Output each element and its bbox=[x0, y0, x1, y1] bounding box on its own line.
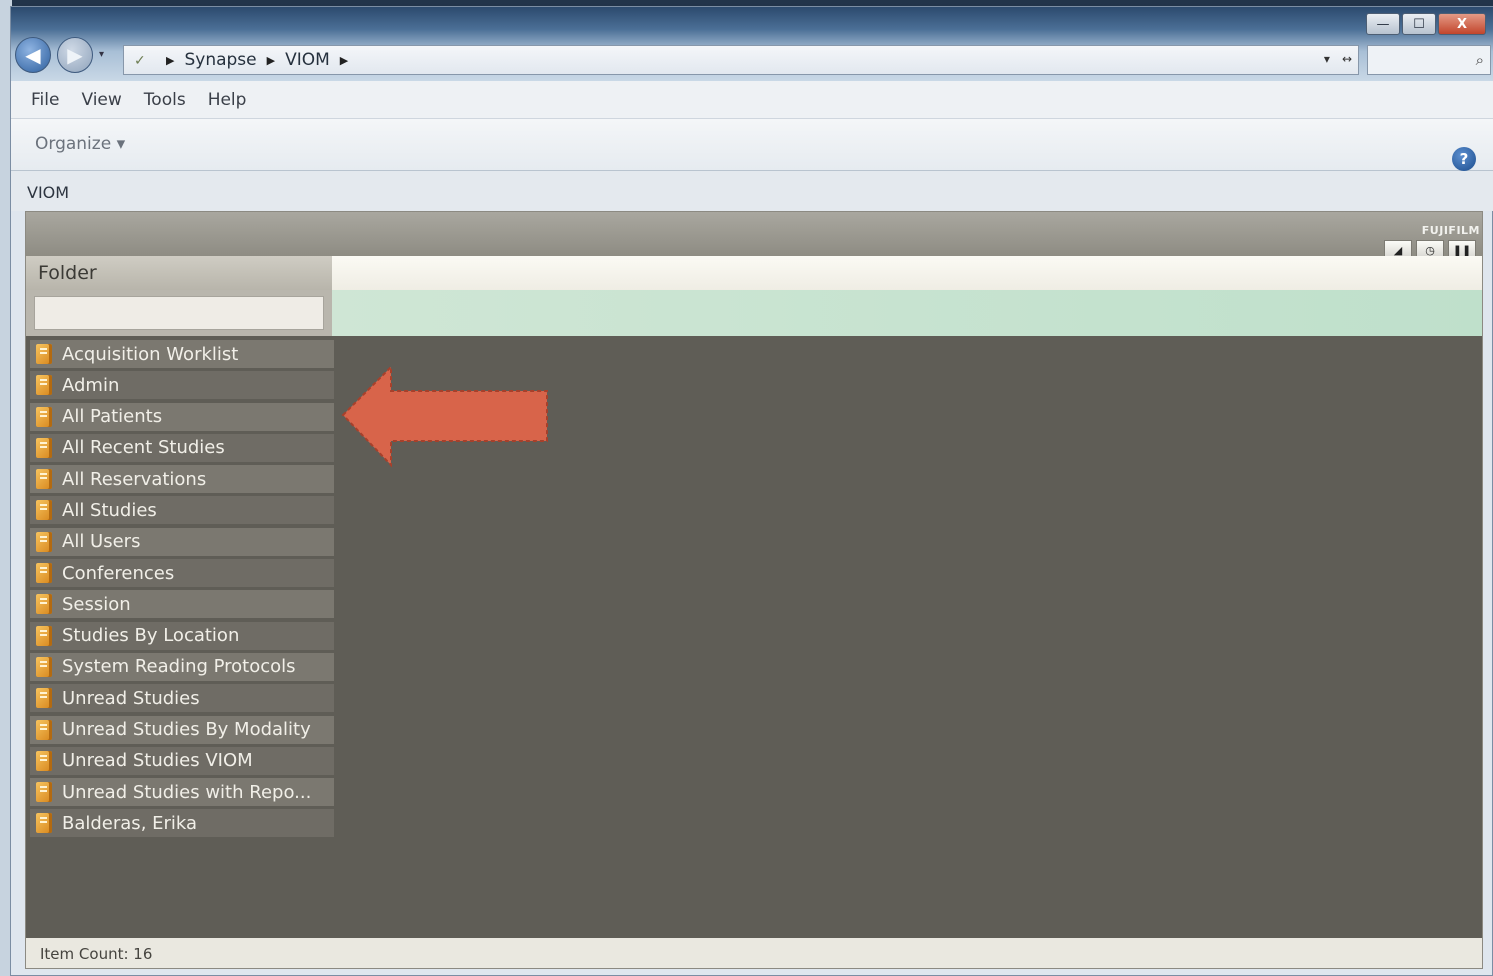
folder-label: All Recent Studies bbox=[62, 437, 225, 459]
maximize-button[interactable]: ☐ bbox=[1402, 13, 1436, 35]
recent-pages-dropdown-icon[interactable]: ▾ bbox=[99, 49, 104, 60]
folder-icon bbox=[36, 688, 52, 709]
folder-icon bbox=[36, 719, 52, 740]
synapse-app-panel: FUJIFILM ◢ ◷ ❚❚ Folder Acquisition Workl… bbox=[25, 211, 1483, 969]
status-bar: Item Count: 16 bbox=[26, 938, 1482, 968]
menu-view[interactable]: View bbox=[81, 90, 121, 110]
folder-icon bbox=[36, 813, 52, 834]
command-toolbar: Organize ▾ ? bbox=[11, 119, 1493, 171]
app-top-bar: FUJIFILM ◢ ◷ ❚❚ bbox=[26, 212, 1482, 260]
folder-label: Admin bbox=[62, 374, 120, 396]
folder-list-item[interactable]: Studies By Location bbox=[30, 621, 334, 650]
folder-icon bbox=[36, 406, 52, 427]
folder-label: Unread Studies By Modality bbox=[62, 719, 311, 741]
title-bar: — ☐ X ◀ ▶ ▾ ✓ ▶ Synapse ▶ VIOM ▶ ▾ ↔ ⌕ bbox=[11, 7, 1493, 81]
folder-icon bbox=[36, 531, 52, 552]
address-controls: ▾ ↔ bbox=[1324, 52, 1352, 66]
brand-logo: FUJIFILM bbox=[1421, 224, 1480, 237]
folder-label: All Users bbox=[62, 531, 141, 553]
breadcrumb-viom[interactable]: VIOM bbox=[285, 50, 330, 70]
folder-list-item[interactable]: Unread Studies VIOM bbox=[30, 746, 334, 775]
folder-list-item[interactable]: Balderas, Erika bbox=[30, 809, 334, 838]
organize-button[interactable]: Organize ▾ bbox=[35, 134, 125, 154]
folder-icon bbox=[36, 656, 52, 677]
breadcrumb-synapse[interactable]: Synapse bbox=[184, 50, 256, 70]
folder-list-item[interactable]: Unread Studies bbox=[30, 684, 334, 713]
address-bar[interactable]: ✓ ▶ Synapse ▶ VIOM ▶ ▾ ↔ bbox=[123, 45, 1359, 75]
folder-icon bbox=[36, 344, 52, 364]
search-input[interactable]: ⌕ bbox=[1367, 45, 1491, 75]
folder-icon bbox=[36, 500, 52, 521]
menu-tools[interactable]: Tools bbox=[144, 90, 186, 110]
annotation-arrow-shape bbox=[341, 365, 548, 468]
folder-list-item[interactable]: Unread Studies By Modality bbox=[30, 715, 334, 744]
folder-icon bbox=[36, 750, 52, 771]
folder-label: Unread Studies with Repo... bbox=[62, 781, 312, 803]
header-strip bbox=[332, 256, 1482, 290]
folder-column-header[interactable]: Folder bbox=[26, 256, 332, 290]
folder-list: Acquisition Worklist Admin All Patients All… bbox=[30, 340, 334, 841]
folder-label: Unread Studies VIOM bbox=[62, 750, 253, 772]
folder-label: Studies By Location bbox=[62, 625, 240, 647]
menu-help[interactable]: Help bbox=[208, 90, 247, 110]
folder-list-item[interactable]: All Users bbox=[30, 527, 334, 556]
breadcrumb-separator-icon[interactable]: ▶ bbox=[166, 54, 174, 67]
folder-list-item[interactable]: Unread Studies with Repo... bbox=[30, 778, 334, 807]
folder-list-item[interactable]: All Patients bbox=[30, 402, 334, 431]
folder-label: Conferences bbox=[62, 562, 175, 584]
folder-list-item[interactable]: Session bbox=[30, 590, 334, 619]
help-icon[interactable]: ? bbox=[1452, 147, 1476, 171]
folder-list-item[interactable]: Admin bbox=[30, 371, 334, 400]
folder-list-item[interactable]: Acquisition Worklist bbox=[30, 340, 334, 368]
minimize-button[interactable]: — bbox=[1366, 13, 1400, 35]
folder-filter-input[interactable] bbox=[34, 296, 324, 330]
folder-icon bbox=[36, 563, 52, 584]
breadcrumb-separator-icon[interactable]: ▶ bbox=[267, 54, 275, 67]
filter-row bbox=[26, 290, 1482, 336]
folder-icon bbox=[36, 625, 52, 646]
folder-list-item[interactable]: All Studies bbox=[30, 496, 334, 525]
location-icon: ✓ bbox=[134, 53, 146, 69]
folder-icon bbox=[36, 469, 52, 490]
search-icon: ⌕ bbox=[1475, 51, 1484, 69]
annotation-arrow bbox=[341, 365, 548, 468]
folder-label: System Reading Protocols bbox=[62, 656, 296, 678]
forward-arrow-icon[interactable]: ▶ bbox=[57, 37, 93, 73]
back-arrow-icon[interactable]: ◀ bbox=[15, 37, 51, 73]
address-dropdown-icon[interactable]: ▾ bbox=[1324, 52, 1330, 66]
breadcrumb-separator-icon[interactable]: ▶ bbox=[340, 54, 348, 67]
folder-list-item[interactable]: System Reading Protocols bbox=[30, 652, 334, 681]
folder-list-item[interactable]: Conferences bbox=[30, 559, 334, 588]
folder-label: All Reservations bbox=[62, 468, 207, 490]
folder-label: All Studies bbox=[62, 499, 157, 521]
folder-icon bbox=[36, 375, 52, 396]
folder-list-item[interactable]: All Recent Studies bbox=[30, 433, 334, 462]
folder-icon bbox=[36, 782, 52, 803]
close-button[interactable]: X bbox=[1438, 13, 1486, 35]
folder-label: Unread Studies bbox=[62, 687, 200, 709]
menu-bar: File View Tools Help bbox=[11, 81, 1493, 119]
window-controls: — ☐ X bbox=[1366, 13, 1486, 35]
folder-label: Acquisition Worklist bbox=[62, 343, 239, 365]
folder-label: Session bbox=[62, 593, 131, 615]
folder-label: Balderas, Erika bbox=[62, 812, 198, 834]
explorer-window: — ☐ X ◀ ▶ ▾ ✓ ▶ Synapse ▶ VIOM ▶ ▾ ↔ ⌕ F… bbox=[10, 6, 1493, 976]
folder-icon bbox=[36, 437, 52, 458]
folder-label: All Patients bbox=[62, 406, 163, 428]
refresh-icon[interactable]: ↔ bbox=[1342, 52, 1352, 66]
folder-list-item[interactable]: All Reservations bbox=[30, 465, 334, 494]
content-title: VIOM bbox=[11, 171, 1493, 211]
menu-file[interactable]: File bbox=[31, 90, 59, 110]
folder-icon bbox=[36, 594, 52, 615]
